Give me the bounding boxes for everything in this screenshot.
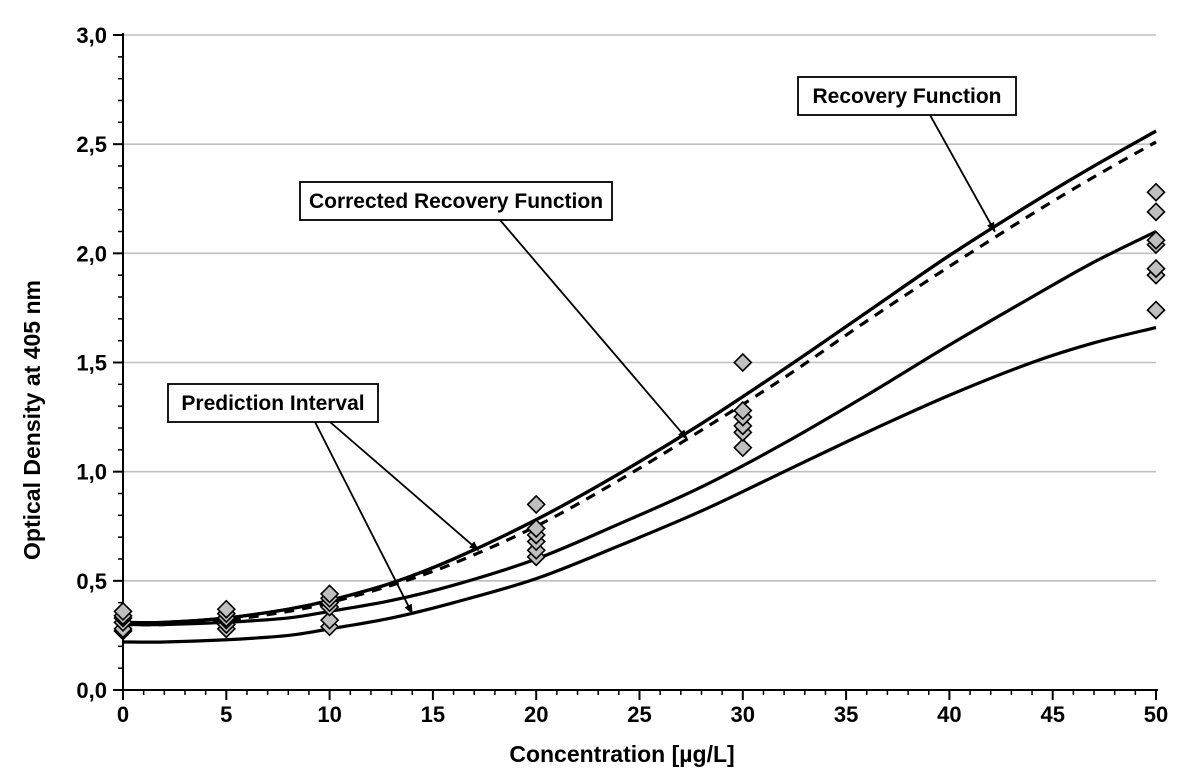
curve-prediction-interval-middle [123, 232, 1156, 625]
x-axis-title: Concentration [µg/L] [509, 741, 734, 767]
x-tick-label: 30 [731, 702, 755, 727]
arrow-prediction-upper [330, 422, 478, 550]
plot-area: 0,0 0,5 1,0 1,5 2,0 2,5 3,0 0 5 10 15 20 25 30 35 40 45 5… [76, 23, 1168, 727]
y-tick-label: 3,0 [76, 23, 107, 48]
data-point [1148, 184, 1165, 201]
label-recovery: Recovery Function [798, 77, 1016, 115]
y-tick-label: 2,0 [76, 241, 107, 266]
label-prediction-text: Prediction Interval [181, 392, 364, 415]
x-tick-label: 50 [1144, 702, 1168, 727]
x-tick-label: 20 [524, 702, 548, 727]
y-tick-label: 1,5 [76, 351, 107, 376]
y-tick-label: 2,5 [76, 132, 107, 157]
data-point [1148, 203, 1165, 220]
data-point [1148, 302, 1165, 319]
y-tick-label: 1,0 [76, 460, 107, 485]
x-tick-label: 40 [937, 702, 961, 727]
data-point [528, 496, 545, 513]
curve-recovery-function [123, 131, 1156, 623]
label-prediction: Prediction Interval [168, 384, 378, 422]
y-tick-label: 0,0 [76, 678, 107, 703]
x-tick-label: 0 [117, 702, 129, 727]
x-tick-label: 10 [317, 702, 341, 727]
x-tick-label: 5 [220, 702, 232, 727]
label-recovery-text: Recovery Function [812, 85, 1001, 108]
curve-prediction-interval-upper [123, 131, 1156, 623]
x-tick-label: 15 [421, 702, 445, 727]
chart-svg: 0,0 0,5 1,0 1,5 2,0 2,5 3,0 0 5 10 15 20 25 30 35 40 45 5… [0, 0, 1184, 776]
data-point [734, 354, 751, 371]
label-corrected-text: Corrected Recovery Function [309, 190, 603, 213]
arrow-recovery [930, 115, 995, 232]
x-tick-label: 45 [1040, 702, 1064, 727]
x-tick-label: 25 [627, 702, 651, 727]
y-axis-title: Optical Density at 405 nm [19, 280, 45, 560]
y-tick-label: 0,5 [76, 569, 107, 594]
label-corrected: Corrected Recovery Function [300, 182, 612, 220]
curve-prediction-interval-lower [123, 328, 1156, 643]
x-tick-label: 35 [834, 702, 858, 727]
chart-container: 0,0 0,5 1,0 1,5 2,0 2,5 3,0 0 5 10 15 20 25 30 35 40 45 5… [0, 0, 1184, 776]
